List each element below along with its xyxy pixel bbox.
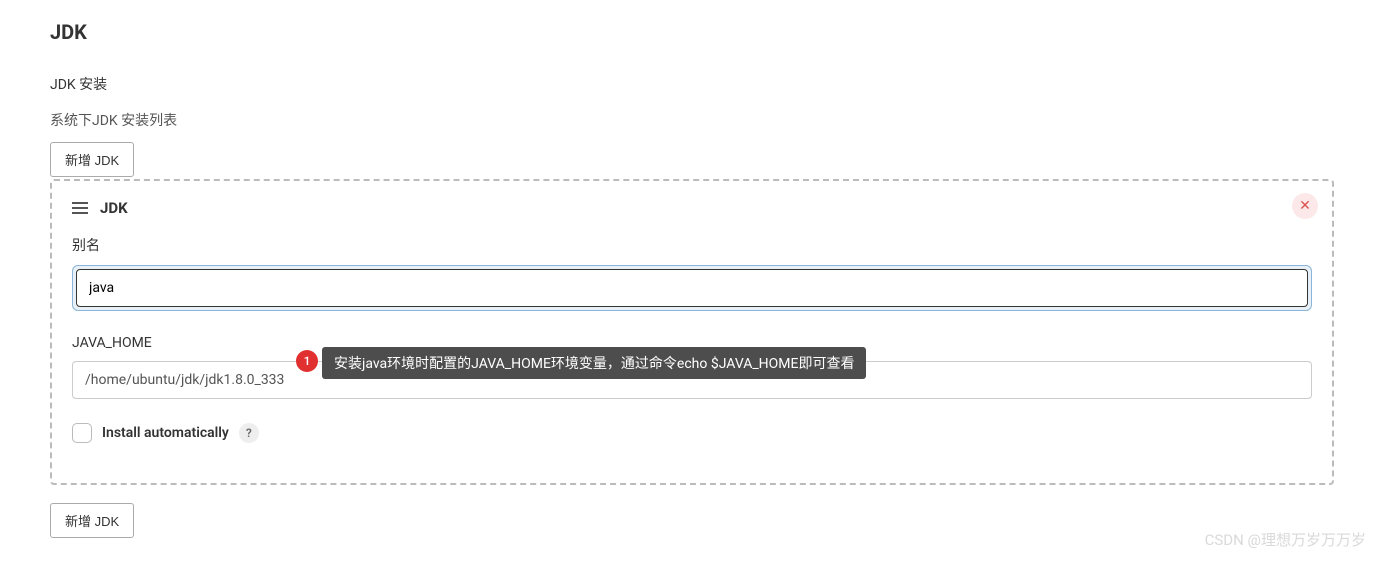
annotation-tooltip: 安装java环境时配置的JAVA_HOME环境变量，通过命令echo $JAVA… <box>322 347 866 379</box>
jdk-config-panel: ✕ JDK 别名 JAVA_HOME 1 安装java环境时配置的JAVA_HO… <box>50 179 1334 485</box>
install-auto-checkbox[interactable] <box>72 423 92 443</box>
alias-field-group: 别名 <box>72 235 1312 311</box>
alias-label: 别名 <box>72 235 1312 255</box>
annotation-badge: 1 <box>296 350 318 372</box>
java-home-field-group: JAVA_HOME 1 安装java环境时配置的JAVA_HOME环境变量，通过… <box>72 335 1312 399</box>
drag-handle-icon[interactable] <box>72 201 88 215</box>
section-title: JDK <box>50 20 1334 44</box>
install-auto-row: Install automatically ? <box>72 423 1312 443</box>
add-jdk-button-bottom[interactable]: 新增 JDK <box>50 503 134 538</box>
help-icon[interactable]: ? <box>239 423 259 443</box>
list-label: 系统下JDK 安装列表 <box>50 110 1334 130</box>
add-jdk-button-top[interactable]: 新增 JDK <box>50 142 134 177</box>
subsection-title: JDK 安装 <box>50 74 1334 94</box>
alias-input[interactable] <box>76 269 1308 307</box>
watermark: CSDN @理想万岁万万岁 <box>1205 529 1366 550</box>
alias-input-wrap <box>72 265 1312 311</box>
install-auto-label: Install automatically <box>102 425 229 441</box>
panel-title: JDK <box>100 199 128 217</box>
panel-header: JDK <box>72 199 1312 217</box>
close-panel-button[interactable]: ✕ <box>1292 193 1318 219</box>
close-icon: ✕ <box>1299 199 1311 213</box>
